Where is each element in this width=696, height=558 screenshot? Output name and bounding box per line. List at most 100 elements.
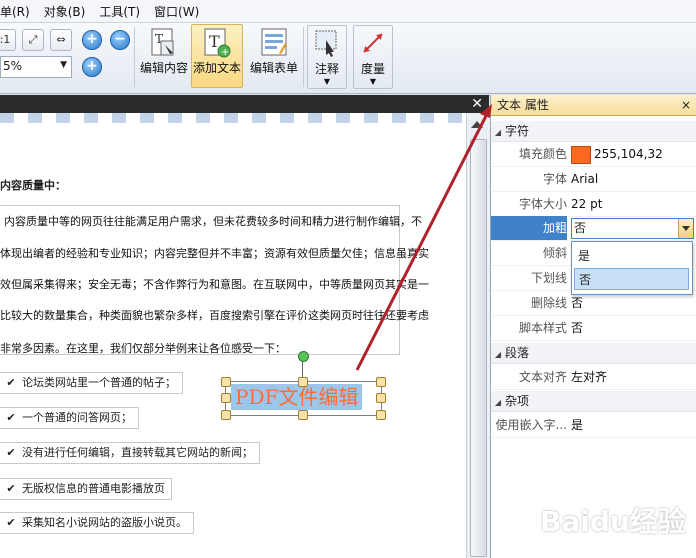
section-paragraph[interactable]: ◢ 段落 [491, 343, 696, 364]
page-fit-button[interactable]: :1 [0, 29, 16, 51]
resize-handle[interactable] [221, 410, 231, 420]
edit-content-button[interactable]: T 编辑内容 [138, 25, 190, 87]
close-icon[interactable]: ✕ [471, 95, 483, 113]
ribbon-toolbar: :1 ⤢ ⇔ 5% ▼ + − + T 编辑内容 T + 添加文本 编辑表单 注释… [0, 23, 696, 94]
edit-form-icon [259, 27, 289, 59]
section-character[interactable]: ◢ 字符 [491, 121, 696, 142]
prop-label: 填充颜色 [518, 147, 567, 161]
menu-item-tools[interactable]: 工具(T) [99, 3, 154, 20]
close-icon[interactable]: × [681, 95, 691, 115]
prop-value: 否 [571, 321, 584, 335]
edit-form-button[interactable]: 编辑表单 [248, 25, 300, 87]
zoom-value: 5% [3, 59, 23, 73]
prop-label: 脚本样式 [518, 321, 567, 335]
prop-label: 使用嵌入字... [495, 418, 567, 432]
dropdown-option-yes[interactable]: 是 [574, 245, 689, 267]
section-misc[interactable]: ◢ 杂项 [491, 391, 696, 412]
edit-content-icon: T [149, 27, 179, 59]
bold-select-value: 否 [574, 221, 587, 235]
prop-label: 加粗 [491, 216, 567, 240]
prop-label: 字体 [542, 172, 567, 186]
resize-handle[interactable] [298, 410, 308, 420]
collapse-icon: ◢ [494, 398, 502, 407]
check-icon: ✔ [6, 446, 16, 459]
chevron-down-icon: ▼ [323, 77, 331, 86]
list-item-text: 采集知名小说网站的盗版小说页。 [22, 516, 187, 529]
list-item: ✔ 论坛类网站里一个普通的帖子； [0, 372, 183, 394]
check-icon: ✔ [6, 516, 16, 529]
measure-icon [358, 28, 388, 60]
vertical-scrollbar[interactable] [466, 113, 490, 558]
menu-item-object[interactable]: 对象(B) [44, 3, 100, 20]
resize-handle[interactable] [376, 410, 386, 420]
scroll-thumb[interactable] [470, 139, 487, 557]
paragraph-line: 内容质量中等的网页往往能满足用户需求，但未花费较多时间和精力进行制作编辑，不 [4, 215, 422, 228]
doc-heading: 内容质量中： [0, 179, 66, 192]
separator [134, 27, 135, 87]
add-text-label: 添加文本 [192, 61, 241, 75]
prop-script-style[interactable]: 脚本样式 否 [491, 316, 696, 341]
fit-page-icon[interactable]: ⤢ [22, 29, 44, 51]
collapse-icon: ◢ [494, 350, 502, 359]
document-page[interactable]: 内容质量中： 内容质量中等的网页往往能满足用户需求，但未花费较多时间和精力进行制… [0, 113, 466, 558]
add-text-button[interactable]: T + 添加文本 [191, 24, 243, 88]
paragraph-line: 效但属采集得来；安全无毒；不含作弊行为和意图。在互联网中，中等质量网页其实是一 [0, 278, 429, 291]
menu-item-1[interactable]: 单(R) [0, 3, 44, 20]
paragraph-line: 体现出编者的经验和专业知识；内容完整但并不丰富；资源有效但质量欠佳；信息虽真实 [0, 247, 429, 260]
bold-dropdown-list: 是 否 [571, 241, 693, 295]
resize-handle[interactable] [376, 393, 386, 403]
bold-select[interactable]: 否 [571, 218, 694, 239]
list-item-text: 没有进行任何编辑，直接转载其它网站的新闻； [22, 446, 253, 459]
menu-item-window[interactable]: 窗口(W) [154, 3, 213, 20]
prop-embed-font[interactable]: 使用嵌入字... 是 [491, 413, 696, 438]
annotate-button[interactable]: 注释 ▼ [307, 25, 347, 89]
watermark: Baidu经验 [540, 500, 686, 540]
prop-value: 22 pt [571, 197, 603, 211]
prop-text-align[interactable]: 文本对齐 左对齐 [491, 365, 696, 390]
properties-panel: 文本 属性 × ◢ 字符 填充颜色 255,104,32 字体 Arial 字体大… [490, 95, 696, 558]
annotate-label: 注释 [314, 62, 339, 76]
chevron-down-icon[interactable]: ▼ [60, 60, 67, 70]
document-tab-bar: ✕ [0, 95, 489, 113]
check-icon: ✔ [6, 411, 16, 424]
edit-form-label: 编辑表单 [249, 61, 298, 75]
prop-fill-color[interactable]: 填充颜色 255,104,32 [491, 142, 696, 167]
add-text-icon: T + [202, 27, 232, 59]
section-label: 字符 [505, 124, 530, 138]
resize-handle[interactable] [221, 393, 231, 403]
edit-content-label: 编辑内容 [139, 61, 188, 75]
menu-bar: 单(R) 对象(B) 工具(T) 窗口(W) [0, 0, 696, 23]
separator [303, 27, 304, 87]
prop-font[interactable]: 字体 Arial [491, 167, 696, 192]
dropdown-option-no[interactable]: 否 [574, 268, 689, 290]
selected-text-object[interactable]: PDF文件编辑 [231, 384, 363, 410]
chevron-down-icon[interactable] [678, 219, 693, 238]
list-item: ✔ 一个普通的问答网页； [0, 407, 139, 429]
chevron-down-icon: ▼ [369, 77, 377, 86]
measure-button[interactable]: 度量 ▼ [353, 25, 393, 89]
zoom-out-icon[interactable]: − [110, 30, 130, 50]
resize-handle[interactable] [376, 377, 386, 387]
rotate-handle[interactable] [298, 351, 309, 362]
collapse-icon: ◢ [494, 128, 502, 137]
prop-label: 倾斜 [542, 246, 567, 260]
watermark-text: Baidu经验 [540, 505, 686, 538]
resize-handle[interactable] [298, 377, 308, 387]
page-ruler [0, 113, 466, 123]
annotate-icon [312, 28, 342, 60]
scroll-up-icon[interactable] [471, 121, 483, 128]
color-swatch[interactable] [571, 146, 591, 164]
check-icon: ✔ [6, 482, 16, 495]
prop-label: 下划线 [530, 271, 567, 285]
properties-title: 文本 属性 [497, 98, 549, 112]
fit-width-icon[interactable]: ⇔ [50, 29, 72, 51]
prop-bold[interactable]: 加粗 否 [491, 216, 696, 241]
prop-value: 是 [571, 418, 584, 432]
zoom-field[interactable]: 5% ▼ [0, 56, 72, 78]
prop-font-size[interactable]: 字体大小 22 pt [491, 192, 696, 217]
zoom-in-icon[interactable]: + [82, 30, 102, 50]
zoom-plus-icon[interactable]: + [82, 57, 102, 77]
prop-label: 文本对齐 [518, 370, 567, 384]
list-item: ✔ 没有进行任何编辑，直接转载其它网站的新闻； [0, 442, 260, 464]
resize-handle[interactable] [221, 377, 231, 387]
